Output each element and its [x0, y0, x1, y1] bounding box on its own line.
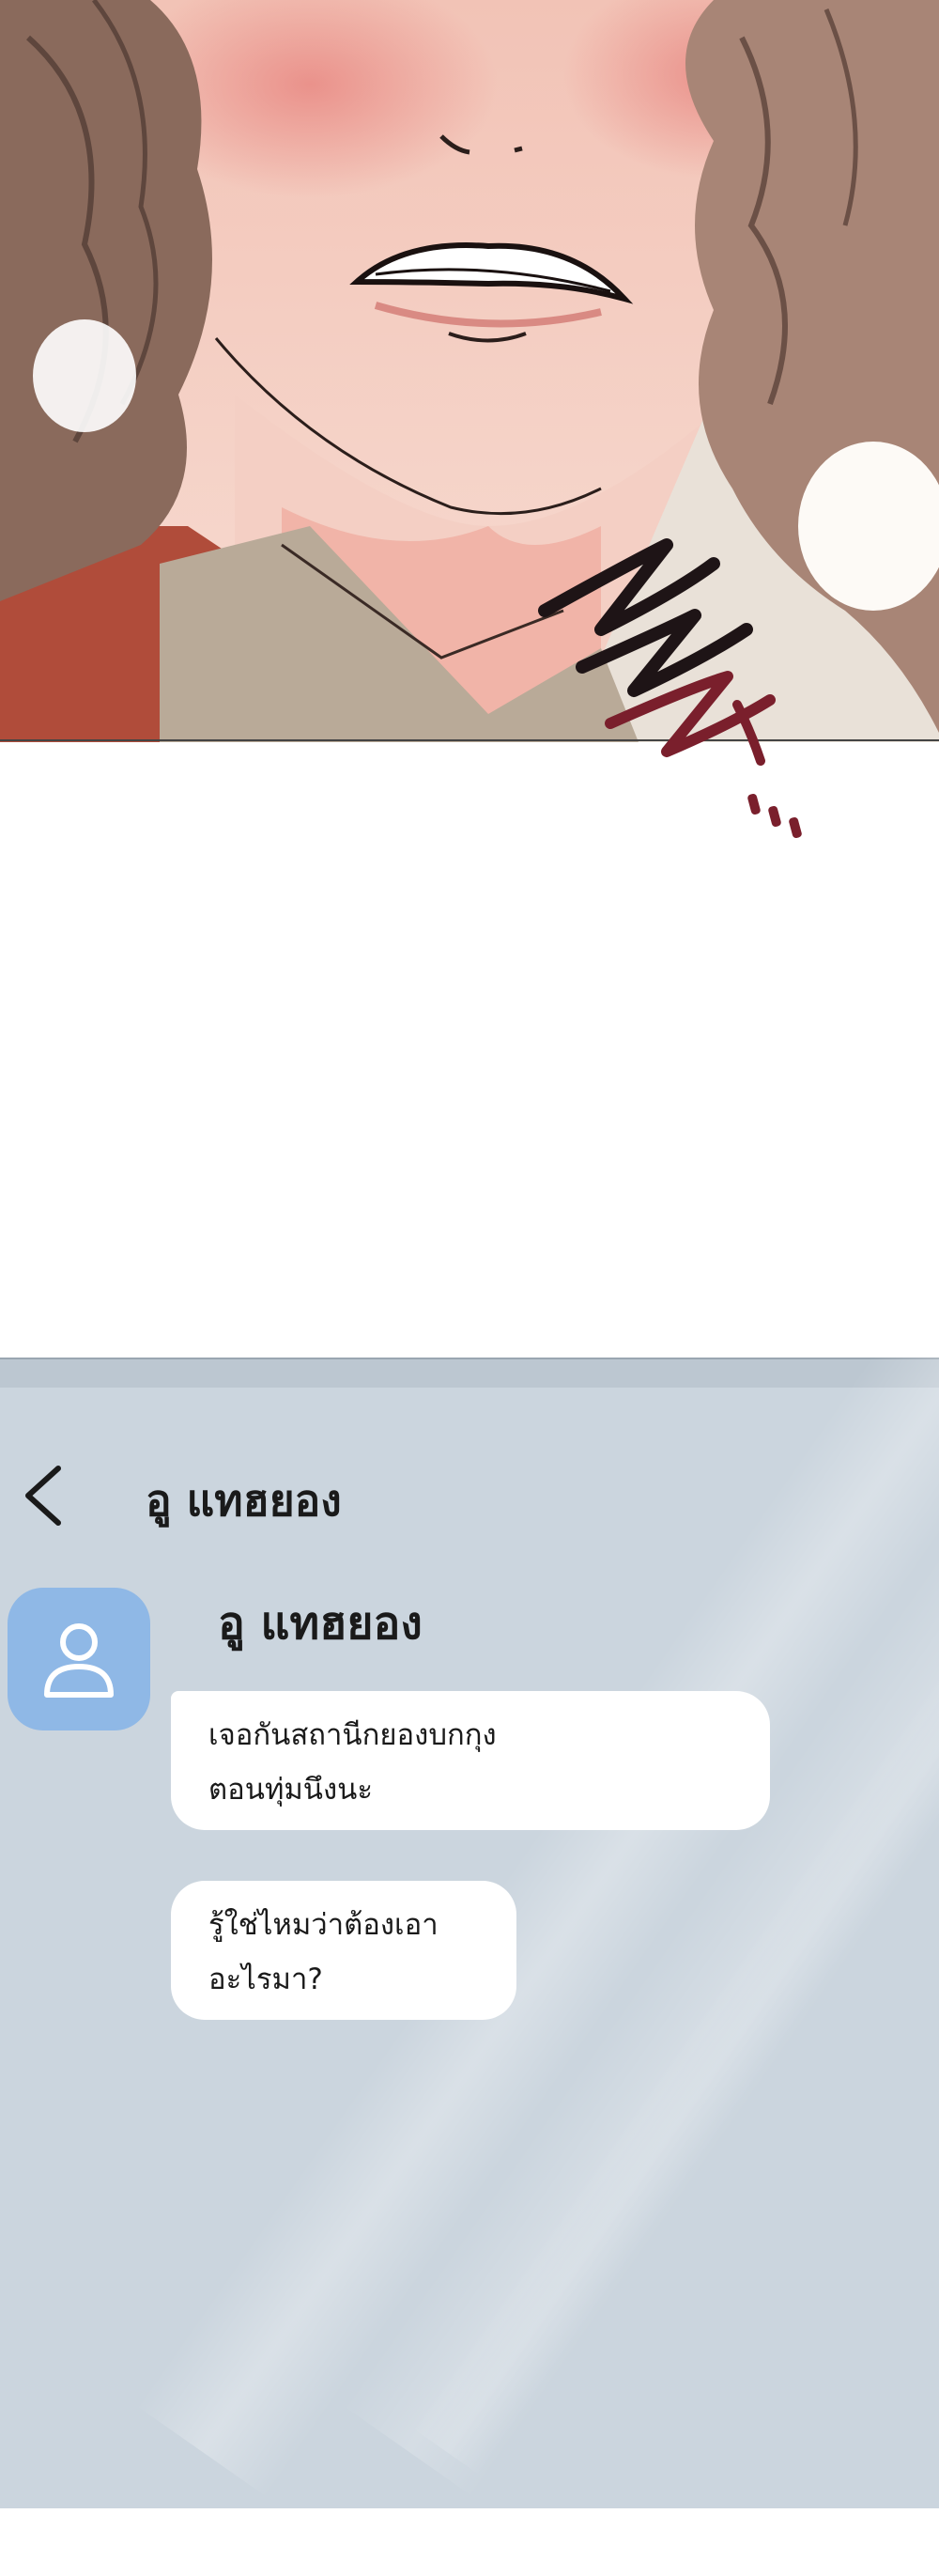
- teeth-grind-sfx: [526, 526, 826, 864]
- chat-screen: อู แทฮยอง อู แทฮยอง เจอกันสถานีกยองบกกุง…: [0, 1358, 939, 2508]
- message-text: อะไรมา?: [208, 1963, 323, 1996]
- status-bar: [0, 1358, 939, 1388]
- message-text: เจอกันสถานีกยองบกกุง: [208, 1718, 497, 1752]
- chat-header: อู แทฮยอง: [0, 1442, 939, 1545]
- back-button[interactable]: [17, 1463, 73, 1529]
- chevron-left-icon: [25, 1466, 61, 1526]
- message-bubble[interactable]: รู้ใช่ไหมว่าต้องเอา อะไรมา?: [171, 1881, 516, 2020]
- chat-title: อู แทฮยอง: [146, 1475, 342, 1526]
- message-bubble[interactable]: เจอกันสถานีกยองบกกุง ตอนทุ่มนึงนะ: [171, 1691, 770, 1830]
- message-text: รู้ใช่ไหมว่าต้องเอา: [208, 1908, 439, 1942]
- avatar[interactable]: [8, 1588, 150, 1730]
- sender-name: อู แทฮยอง: [218, 1597, 423, 1650]
- person-icon: [44, 1623, 114, 1698]
- message-text: ตอนทุ่มนึงนะ: [208, 1773, 373, 1807]
